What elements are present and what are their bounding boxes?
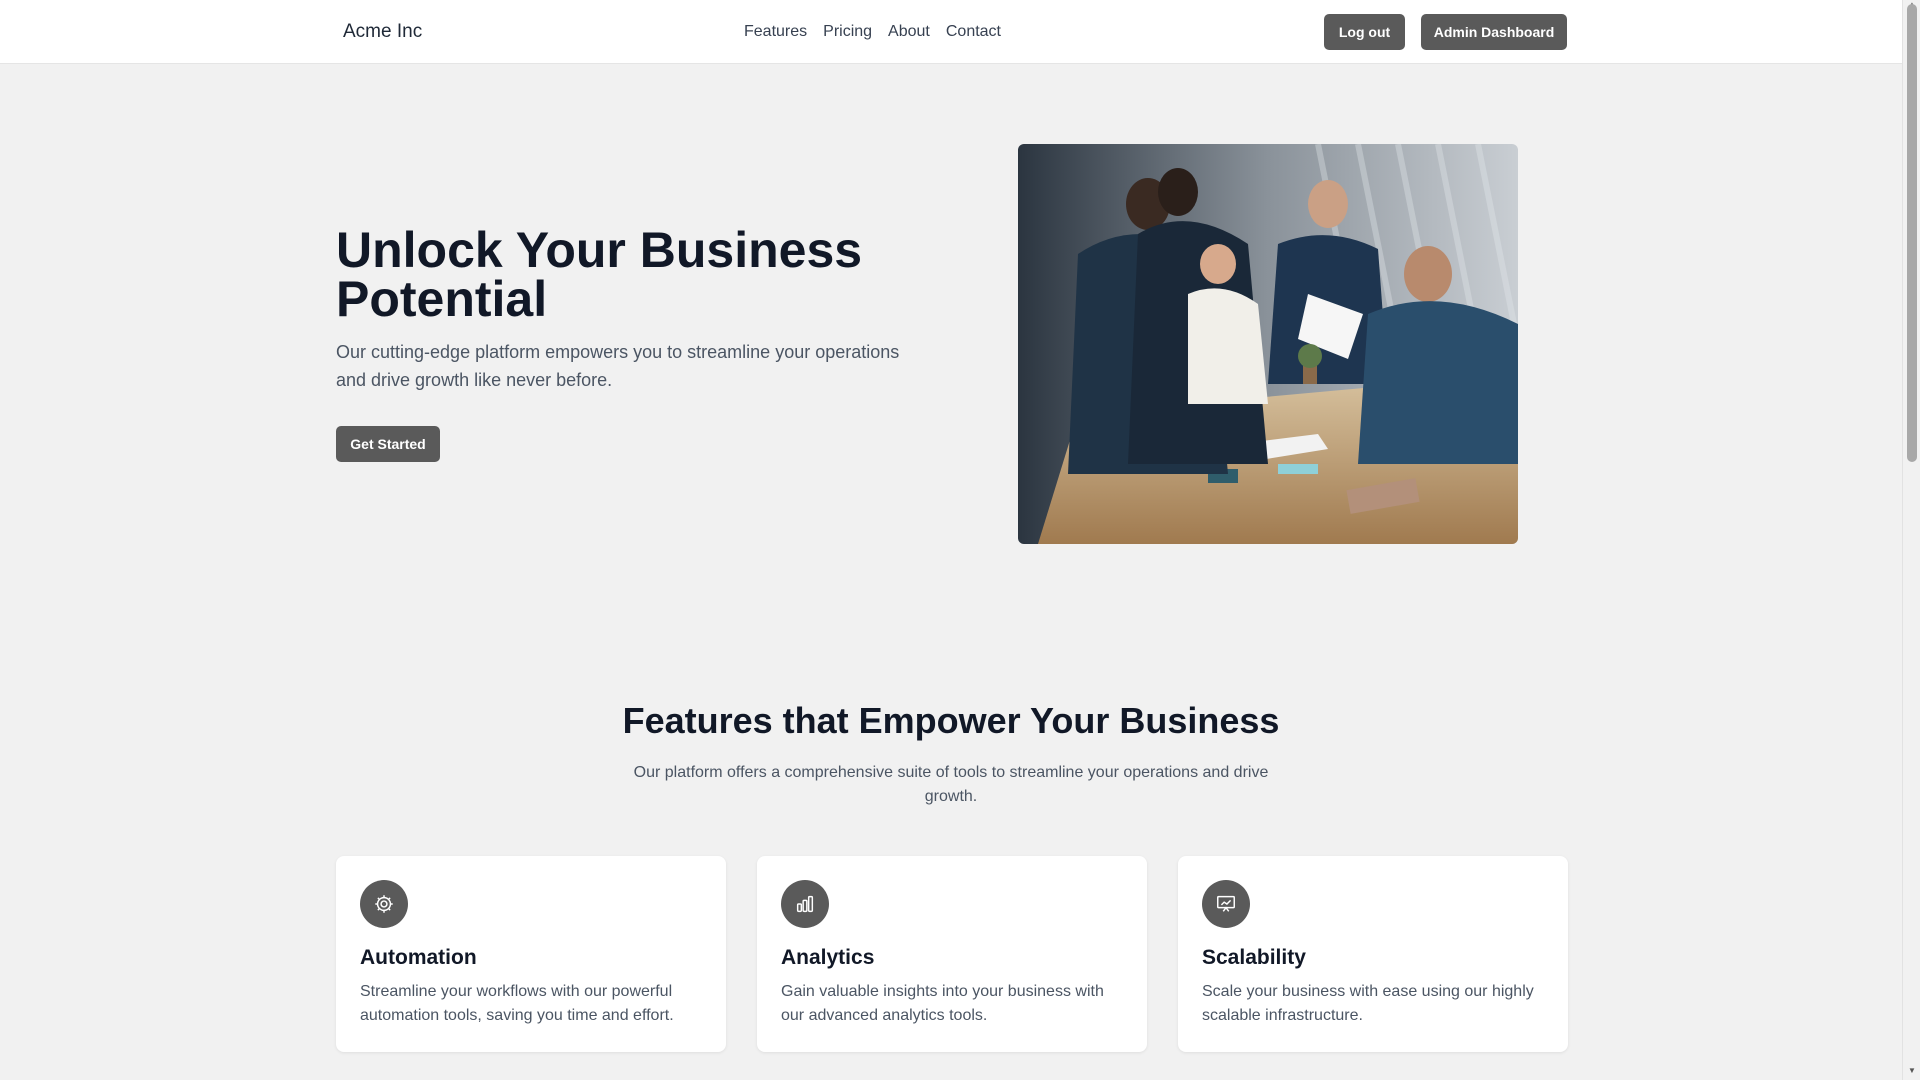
admin-dashboard-button[interactable]: Admin Dashboard — [1421, 14, 1567, 50]
logout-button[interactable]: Log out — [1324, 14, 1405, 50]
feature-card-description: Scale your business with ease using our … — [1202, 983, 1534, 1024]
gear-icon — [360, 880, 408, 928]
feature-card-description: Gain valuable insights into your busines… — [781, 983, 1104, 1024]
scrollbar-thumb[interactable] — [1907, 4, 1917, 462]
nav-link-pricing[interactable]: Pricing — [823, 23, 872, 41]
brand-logo[interactable]: Acme Inc — [343, 21, 422, 43]
top-navbar: Acme Inc Features Pricing About Contact … — [0, 0, 1902, 64]
scroll-down-arrow-icon[interactable]: ▼ — [1908, 1066, 1916, 1075]
hero-title: Unlock Your Business Potential — [336, 222, 863, 327]
features-title: Features that Empower Your Business — [622, 700, 1280, 741]
feature-card-description: Streamline your workflows with our power… — [360, 983, 674, 1024]
feature-card-analytics: Analytics Gain valuable insights into yo… — [757, 856, 1147, 1052]
nav-link-about[interactable]: About — [888, 23, 930, 41]
presentation-chart-icon — [1202, 880, 1250, 928]
hero-subtitle: Our cutting-edge platform empowers you t… — [336, 342, 900, 390]
feature-card-title: Analytics — [781, 946, 875, 969]
feature-card-title: Scalability — [1202, 946, 1306, 969]
bar-chart-icon — [781, 880, 829, 928]
feature-card-scalability: Scalability Scale your business with eas… — [1178, 856, 1568, 1052]
feature-card-automation: Automation Streamline your workflows wit… — [336, 856, 726, 1052]
features-subtitle: Our platform offers a comprehensive suit… — [633, 764, 1269, 805]
page-scrollbar[interactable]: ▲ ▼ — [1902, 0, 1920, 1080]
feature-card-title: Automation — [360, 946, 477, 969]
nav-link-features[interactable]: Features — [744, 23, 807, 41]
hero-team-meeting-image — [1018, 144, 1518, 544]
main-nav: Features Pricing About Contact — [744, 23, 1001, 41]
get-started-button[interactable]: Get Started — [336, 426, 440, 462]
nav-link-contact[interactable]: Contact — [946, 23, 1001, 41]
